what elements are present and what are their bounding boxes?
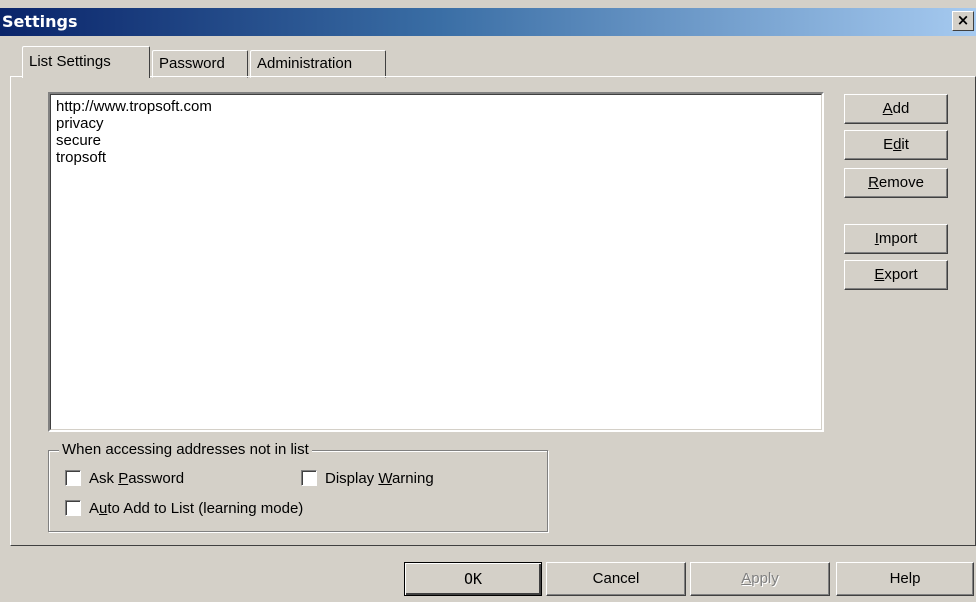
tab-administration[interactable]: Administration (250, 50, 386, 78)
display-warning-checkbox-row[interactable]: Display Warning (301, 469, 434, 489)
close-icon: × (956, 11, 970, 29)
checkbox-label: Display (325, 470, 379, 487)
group-label: When accessing addresses not in list (59, 441, 312, 458)
checkbox-accel: W (378, 470, 392, 487)
checkbox-label: assword (128, 470, 185, 487)
apply-button[interactable]: Apply (690, 562, 830, 596)
unlisted-address-groupbox: When accessing addresses not in list Ask… (48, 441, 548, 532)
window-title: Settings (2, 12, 78, 31)
btn-accel: A (882, 100, 893, 117)
cancel-button[interactable]: Cancel (546, 562, 686, 596)
btn-text: OK (463, 570, 483, 588)
tab-password[interactable]: Password (152, 50, 248, 78)
btn-accel: R (868, 174, 879, 191)
help-button[interactable]: Help (836, 562, 974, 596)
edit-button[interactable]: Edit (844, 130, 948, 160)
ok-button[interactable]: OK (404, 562, 542, 596)
list-item[interactable]: tropsoft (50, 149, 822, 166)
tab-list-settings[interactable]: List Settings (22, 46, 150, 78)
btn-accel: A (741, 570, 752, 587)
ask-password-checkbox[interactable] (65, 470, 81, 487)
list-items: http://www.tropsoft.com privacy secure t… (50, 94, 822, 166)
checkbox-label: Ask (89, 470, 119, 487)
remove-button[interactable]: Remove (844, 168, 948, 198)
checkbox-label: arning (391, 470, 434, 487)
tab-label: List Settings (29, 53, 111, 70)
btn-text: Help (889, 570, 921, 587)
tab-label: Administration (257, 55, 353, 72)
btn-text: Cancel (592, 570, 640, 587)
export-button[interactable]: Export (844, 260, 948, 290)
tab-label: Password (159, 55, 225, 72)
btn-text: xport (884, 266, 918, 283)
btn-text: mport (878, 230, 918, 247)
auto-add-checkbox[interactable] (65, 500, 81, 517)
checkbox-label: A (89, 500, 100, 517)
import-button[interactable]: Import (844, 224, 948, 254)
checkbox-label: to Add to List (learning mode) (107, 500, 304, 517)
checkbox-accel: P (118, 470, 129, 487)
address-listbox[interactable]: http://www.tropsoft.com privacy secure t… (48, 92, 824, 432)
title-bar: Settings × (0, 8, 976, 36)
list-item[interactable]: http://www.tropsoft.com (50, 98, 822, 115)
list-item[interactable]: secure (50, 132, 822, 149)
btn-text: Apply (741, 570, 779, 587)
add-button[interactable]: Add (844, 94, 948, 124)
list-item[interactable]: privacy (50, 115, 822, 132)
btn-accel: E (874, 266, 885, 283)
ask-password-checkbox-row[interactable]: Ask Password (65, 469, 184, 489)
auto-add-checkbox-row[interactable]: Auto Add to List (learning mode) (65, 499, 303, 519)
display-warning-checkbox[interactable] (301, 470, 317, 487)
btn-text: emove (878, 174, 924, 191)
btn-text: E (883, 136, 894, 153)
btn-text: it (901, 136, 909, 153)
close-button[interactable]: × (952, 11, 974, 31)
btn-text: dd (892, 100, 910, 117)
btn-text: pply (751, 570, 779, 587)
